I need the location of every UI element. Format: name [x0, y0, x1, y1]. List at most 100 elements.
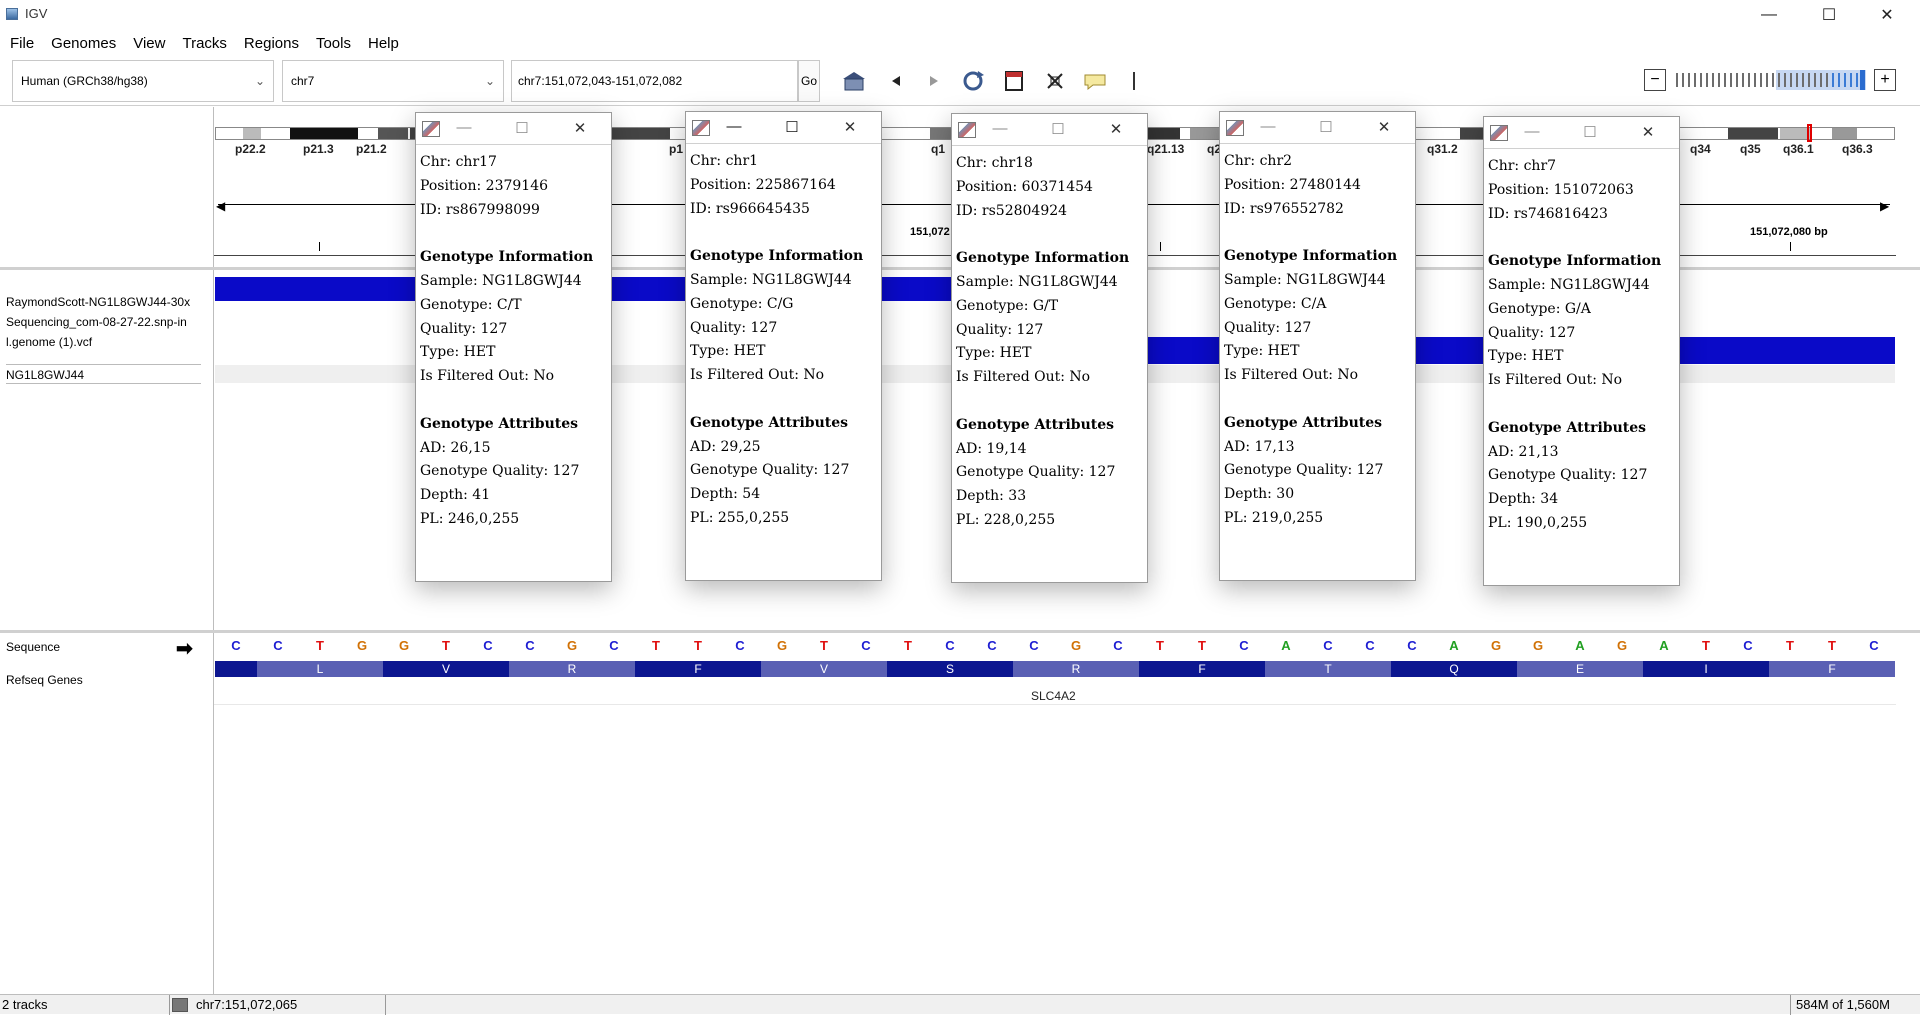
menu-tracks[interactable]: Tracks	[172, 35, 233, 52]
popup-maximize-button[interactable]: ☐	[782, 118, 802, 136]
refseq-track-name[interactable]: Refseq Genes	[6, 673, 83, 687]
popup-title-bar[interactable]: — ☐ ✕	[686, 112, 881, 144]
zoom-in-button[interactable]: +	[1874, 69, 1896, 91]
menu-view[interactable]: View	[123, 35, 172, 52]
vcf-track-name[interactable]: RaymondScott-NG1L8GWJ44-30x Sequencing_c…	[6, 292, 202, 352]
zoom-thumb[interactable]	[1860, 70, 1865, 90]
back-arrow-icon[interactable]	[882, 68, 910, 94]
popup-type: Type: HET	[420, 344, 496, 361]
variant-site-bar[interactable]	[215, 277, 415, 301]
popup-close-button[interactable]: ✕	[1106, 120, 1126, 138]
memory-usage: 584M of 1,560M	[1796, 997, 1890, 1012]
popup-geno-header: Genotype Information	[956, 250, 1130, 267]
popup-text-icon[interactable]	[1081, 68, 1109, 94]
strand-arrow-icon[interactable]: ➡	[176, 636, 193, 661]
popup-geno-header: Genotype Information	[1488, 253, 1662, 270]
minimize-button[interactable]: —	[1740, 0, 1798, 30]
sequence-base: G	[1070, 638, 1082, 653]
amino-acid	[215, 661, 257, 677]
cytoband-label: q34	[1690, 142, 1711, 156]
popup-sample: Sample: NG1L8GWJ44	[1488, 276, 1650, 293]
sequence-base: G	[356, 638, 368, 653]
sequence-base: T	[694, 638, 702, 653]
sequence-base: T	[652, 638, 660, 653]
sequence-base: C	[735, 638, 745, 653]
popup-maximize-button[interactable]: ☐	[512, 119, 532, 137]
popup-maximize-button[interactable]: ☐	[1048, 120, 1068, 138]
locus-input[interactable]: chr7:151,072,043-151,072,082	[511, 60, 798, 102]
popup-id: ID: rs976552782	[1224, 200, 1344, 217]
amino-acid: F	[1139, 661, 1265, 677]
chevron-down-icon: ⌄	[254, 74, 265, 88]
sequence-base: G	[1532, 638, 1544, 653]
refresh-icon[interactable]	[959, 68, 987, 94]
genome-dropdown[interactable]: Human (GRCh38/hg38) ⌄	[12, 60, 274, 102]
popup-id: ID: rs746816423	[1488, 205, 1608, 222]
region-of-interest-icon[interactable]	[1000, 68, 1028, 94]
popup-close-button[interactable]: ✕	[570, 119, 590, 137]
amino-acid: F	[1769, 661, 1895, 677]
panel-divider[interactable]	[0, 630, 1920, 633]
popup-close-button[interactable]: ✕	[1638, 123, 1658, 141]
sequence-base: C	[1407, 638, 1417, 653]
popup-sample: Sample: NG1L8GWJ44	[1224, 271, 1386, 288]
go-button[interactable]: Go	[798, 60, 820, 102]
popup-ad: AD: 17,13	[1224, 438, 1295, 455]
popup-minimize-button[interactable]: —	[724, 118, 744, 135]
popup-close-button[interactable]: ✕	[1374, 118, 1394, 136]
popup-title-bar[interactable]: — ☐ ✕	[1220, 112, 1415, 144]
java-app-icon	[958, 122, 976, 138]
gene-label[interactable]: SLC4A2	[1031, 689, 1076, 703]
zoom-slider[interactable]	[1676, 72, 1866, 88]
sample-name[interactable]: NG1L8GWJ44	[6, 368, 84, 382]
popup-sample: Sample: NG1L8GWJ44	[690, 271, 852, 288]
sequence-base: C	[1323, 638, 1333, 653]
popup-minimize-button[interactable]: —	[1258, 118, 1278, 135]
popup-minimize-button[interactable]: —	[990, 120, 1010, 137]
popup-gq: Genotype Quality: 127	[420, 463, 580, 480]
popup-minimize-button[interactable]: —	[454, 119, 474, 136]
menu-genomes[interactable]: Genomes	[41, 35, 123, 52]
variant-popup-window[interactable]: — ☐ ✕ Chr: chr2 Position: 27480144 ID: rs9765…	[1219, 111, 1416, 581]
variant-popup-window[interactable]: — ☐ ✕ Chr: chr1 Position: 225867164 ID: rs966…	[685, 111, 882, 581]
variant-popup-window[interactable]: — ☐ ✕ Chr: chr18 Position: 60371454 ID: rs528…	[951, 113, 1148, 583]
variant-popup-window[interactable]: — ☐ ✕ Chr: chr7 Position: 151072063 ID: rs746…	[1483, 116, 1680, 586]
ruler-tick	[1160, 242, 1161, 251]
toolbar: Human (GRCh38/hg38) ⌄ chr7 ⌄ chr7:151,07…	[0, 56, 1920, 106]
amino-acid: F	[635, 661, 761, 677]
sequence-track-name[interactable]: Sequence	[6, 640, 60, 654]
maximize-button[interactable]: ☐	[1800, 0, 1858, 30]
cytoband-label: q36.1	[1783, 142, 1814, 156]
popup-title-bar[interactable]: — ☐ ✕	[416, 113, 611, 145]
popup-close-button[interactable]: ✕	[840, 118, 860, 136]
zoom-out-button[interactable]: −	[1644, 69, 1666, 91]
cytoband-label: p22.2	[235, 142, 266, 156]
track-count: 2 tracks	[2, 997, 48, 1012]
chromosome-value: chr7	[291, 74, 315, 88]
sequence-base: G	[566, 638, 578, 653]
sequence-base: G	[1490, 638, 1502, 653]
resize-icon[interactable]	[1041, 68, 1069, 94]
chromosome-dropdown[interactable]: chr7 ⌄	[282, 60, 504, 102]
menu-tools[interactable]: Tools	[306, 35, 358, 52]
variant-popup-window[interactable]: — ☐ ✕ Chr: chr17 Position: 2379146 ID: rs8679…	[415, 112, 612, 582]
popup-maximize-button[interactable]: ☐	[1316, 118, 1336, 136]
popup-title-bar[interactable]: — ☐ ✕	[952, 114, 1147, 146]
sequence-base: C	[1365, 638, 1375, 653]
popup-title-bar[interactable]: — ☐ ✕	[1484, 117, 1679, 149]
popup-attr-header: Genotype Attributes	[956, 416, 1115, 433]
popup-id: ID: rs966645435	[690, 200, 810, 217]
menu-regions[interactable]: Regions	[234, 35, 306, 52]
forward-arrow-icon[interactable]	[920, 68, 948, 94]
close-button[interactable]: ✕	[1858, 0, 1916, 30]
popup-depth: Depth: 54	[690, 486, 761, 503]
popup-content: Chr: chr18 Position: 60371454 ID: rs528049…	[952, 146, 1147, 539]
popup-maximize-button[interactable]: ☐	[1580, 123, 1600, 141]
popup-filtered: Is Filtered Out: No	[1488, 372, 1623, 389]
menu-help[interactable]: Help	[358, 35, 406, 52]
popup-id: ID: rs867998099	[420, 201, 540, 218]
popup-attr-header: Genotype Attributes	[1488, 419, 1647, 436]
popup-minimize-button[interactable]: —	[1522, 123, 1542, 140]
menu-file[interactable]: File	[0, 35, 41, 52]
home-icon[interactable]	[840, 68, 868, 94]
